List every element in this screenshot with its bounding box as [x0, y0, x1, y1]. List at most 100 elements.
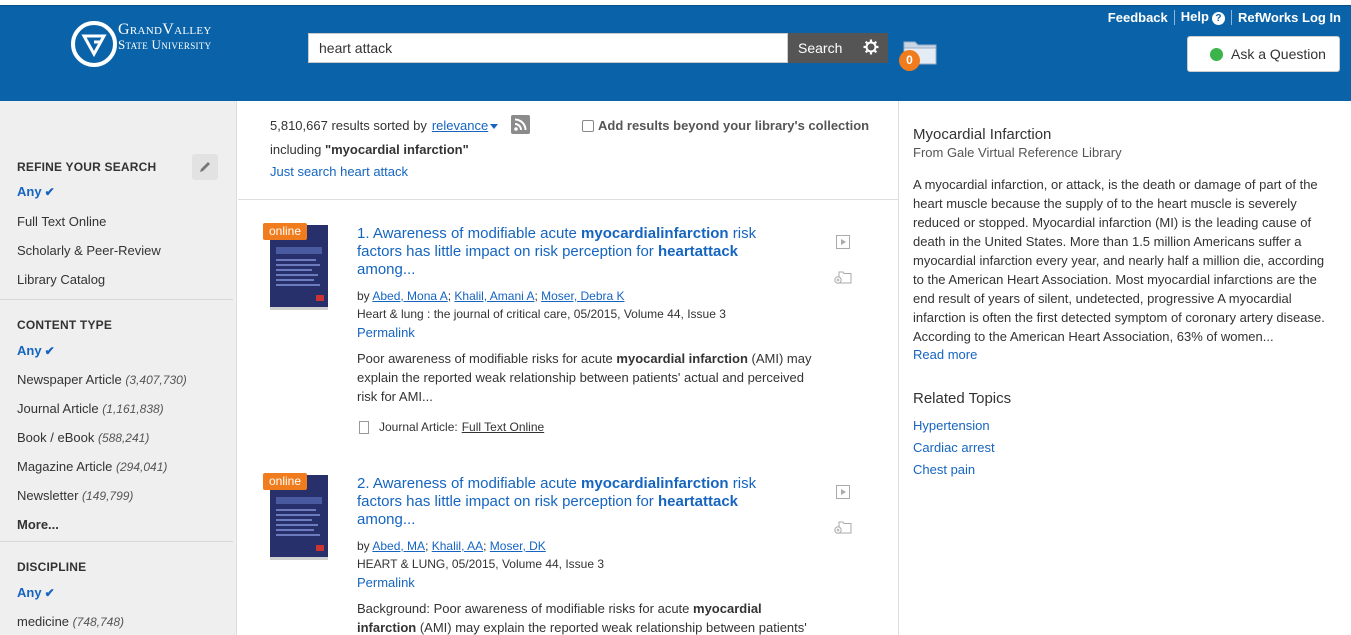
discipline-medicine[interactable]: medicine (748,748)	[17, 614, 124, 629]
content-type-newspaper-article[interactable]: Newspaper Article (3,407,730)	[17, 372, 187, 387]
results-header: 5,810,667 results sorted by relevance Add…	[238, 101, 898, 200]
author-link[interactable]: Moser, DK	[490, 539, 546, 553]
ask-a-question-label: Ask a Question	[1231, 46, 1326, 62]
discipline-any-label: Any	[17, 585, 42, 600]
document-icon	[359, 420, 369, 434]
refine-heading-text: REFINE YOUR SEARCH	[17, 160, 157, 174]
just-search-link[interactable]: Just search heart attack	[270, 164, 408, 179]
permalink[interactable]: Permalink	[357, 575, 415, 590]
content-type-label: Newsletter	[17, 488, 79, 503]
ask-a-question-button[interactable]: Ask a Question	[1187, 36, 1340, 72]
pencil-icon	[200, 162, 210, 172]
title-text: among...	[357, 261, 416, 278]
author-link[interactable]: Moser, Debra K	[541, 289, 624, 303]
logo-wordmark: GrandValley State University	[118, 22, 212, 53]
related-topics-heading: Related Topics	[913, 390, 1012, 407]
result-abstract: Background: Poor awareness of modifiable…	[357, 599, 817, 635]
abstract-text: Background: Poor awareness of modifiable…	[357, 601, 694, 616]
abstract-text: (AMI) may explain the reported weak rela…	[416, 620, 807, 635]
including-prefix: including	[270, 142, 322, 157]
online-badge: online	[263, 473, 308, 490]
result-abstract: Poor awareness of modifiable risks for a…	[357, 349, 817, 406]
related-topic-hypertension[interactable]: Hypertension	[913, 418, 990, 433]
refine-any-label: Any	[17, 184, 42, 199]
save-to-folder-icon[interactable]	[834, 270, 852, 284]
search-button[interactable]: Search	[788, 33, 888, 63]
read-more-link[interactable]: Read more	[913, 347, 977, 362]
title-text: 1. Awareness of modifiable acute	[357, 225, 582, 242]
content-type-book-ebook[interactable]: Book / eBook (588,241)	[17, 430, 149, 445]
online-badge: online	[263, 223, 308, 240]
refworks-login-link[interactable]: RefWorks Log In	[1238, 10, 1341, 25]
related-topic-cardiac-arrest[interactable]: Cardiac arrest	[913, 440, 995, 455]
by-label: by	[357, 539, 370, 553]
content-type-magazine-article[interactable]: Magazine Article (294,041)	[17, 459, 167, 474]
full-text-online-link[interactable]: Full Text Online	[462, 420, 544, 434]
filter-library-catalog[interactable]: Library Catalog	[17, 272, 105, 287]
author-link[interactable]: Abed, Mona A	[372, 289, 447, 303]
content-type-any[interactable]: Any ✔	[17, 343, 55, 358]
checkmark-icon: ✔	[44, 586, 55, 600]
edit-filters-button[interactable]	[192, 154, 218, 180]
discipline-heading-text: DISCIPLINE	[17, 560, 87, 574]
content-type-count: (3,407,730)	[125, 373, 187, 387]
content-type-heading-text: CONTENT TYPE	[17, 318, 113, 332]
search-button-label: Search	[798, 40, 843, 56]
title-highlight: myocardialinfarction	[581, 475, 729, 492]
topic-explorer-panel: Myocardial Infarction From Gale Virtual …	[898, 101, 1351, 635]
permalink[interactable]: Permalink	[357, 325, 415, 340]
title-text: among...	[357, 511, 416, 528]
topic-source: From Gale Virtual Reference Library	[913, 145, 1122, 160]
rss-feed-icon[interactable]	[511, 115, 530, 134]
refine-any[interactable]: Any ✔	[17, 184, 55, 199]
help-icon: ?	[1211, 12, 1225, 25]
format-label: Journal Article:	[379, 420, 458, 434]
search-input[interactable]	[309, 34, 787, 62]
content-type-more-link[interactable]: More...	[17, 517, 59, 532]
refine-heading: REFINE YOUR SEARCH	[17, 159, 156, 174]
content-type-count: (588,241)	[97, 431, 150, 445]
link-separator	[1230, 9, 1232, 25]
results-count: 5,810,667 results sorted by relevance	[270, 118, 499, 133]
beyond-collection-label: Add results beyond your library's collec…	[598, 118, 870, 133]
sort-dropdown[interactable]: relevance	[432, 118, 499, 133]
topic-title: Myocardial Infarction	[913, 126, 1052, 143]
abstract-highlight: myocardial infarction	[616, 351, 748, 366]
preview-icon[interactable]	[836, 485, 850, 499]
preview-icon[interactable]	[836, 235, 850, 249]
result-authors: by Abed, MA; Khalil, AA; Moser, DK	[357, 539, 546, 553]
beyond-collection-toggle[interactable]: Add results beyond your library's collec…	[582, 118, 869, 133]
result-source: HEART & LUNG, 05/2015, Volume 44, Issue …	[357, 557, 605, 571]
result-title-link[interactable]: 2. Awareness of modifiable acute myocard…	[357, 475, 787, 529]
gvsu-logo[interactable]: GrandValley State University	[70, 17, 240, 69]
author-link[interactable]: Khalil, AA	[432, 539, 483, 553]
author-link[interactable]: Khalil, Amani A	[454, 289, 534, 303]
result-title-link[interactable]: 1. Awareness of modifiable acute myocard…	[357, 225, 787, 279]
online-status-icon	[1210, 47, 1223, 61]
gear-icon[interactable]	[863, 39, 879, 55]
discipline-label: medicine	[17, 614, 70, 629]
result-format: Journal Article: Full Text Online	[359, 420, 544, 434]
by-label: by	[357, 289, 370, 303]
save-to-folder-icon[interactable]	[834, 520, 852, 534]
discipline-any[interactable]: Any ✔	[17, 585, 55, 600]
filter-full-text-online[interactable]: Full Text Online	[17, 214, 106, 229]
top-links: Feedback Help? RefWorks Log In	[1108, 9, 1341, 25]
help-link[interactable]: Help?	[1181, 9, 1225, 25]
title-highlight: heartattack	[657, 243, 739, 260]
gvsu-logo-mark	[71, 21, 117, 67]
filter-scholarly-peer-review[interactable]: Scholarly & Peer-Review	[17, 243, 161, 258]
content-type-any-label: Any	[17, 343, 42, 358]
author-link[interactable]: Abed, MA	[372, 539, 425, 553]
related-topic-chest-pain[interactable]: Chest pain	[913, 462, 975, 477]
link-separator	[1173, 9, 1175, 25]
title-highlight: heartattack	[657, 493, 739, 510]
discipline-heading: DISCIPLINE	[17, 559, 86, 574]
content-type-journal-article[interactable]: Journal Article (1,161,838)	[17, 401, 164, 416]
top-header: GrandValley State University Search 0 Fe…	[0, 5, 1351, 101]
feedback-link[interactable]: Feedback	[1108, 10, 1168, 25]
beyond-collection-checkbox[interactable]	[582, 119, 594, 132]
content-type-newsletter[interactable]: Newsletter (149,799)	[17, 488, 133, 503]
abstract-text: Poor awareness of modifiable risks for a…	[357, 351, 617, 366]
search-box	[308, 33, 788, 63]
